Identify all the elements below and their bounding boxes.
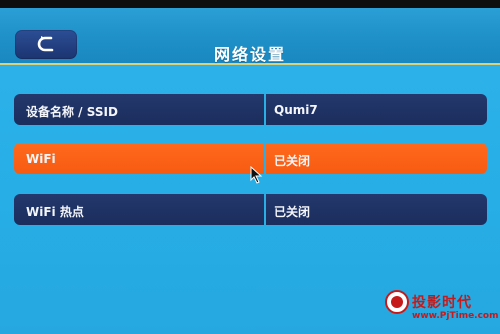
- network-settings-screen: 网络设置 设备名称 / SSID Qumi7 WiFi 已关闭 WiFi 热点 …: [0, 0, 500, 334]
- top-strip: [0, 0, 500, 8]
- row-divider: [264, 94, 266, 125]
- row-divider: [264, 194, 266, 225]
- watermark: 投影时代 www.PjTime.com: [384, 289, 499, 329]
- header-bar: 网络设置: [0, 8, 500, 65]
- setting-row-wifi-hotspot[interactable]: WiFi 热点 已关闭: [14, 194, 487, 225]
- setting-label: WiFi: [26, 152, 56, 166]
- setting-value: Qumi7: [274, 103, 318, 117]
- watermark-title: 投影时代: [412, 295, 472, 311]
- setting-value: 已关闭: [274, 205, 311, 219]
- pjtime-logo-icon: [385, 290, 409, 314]
- setting-label: WiFi 热点: [26, 205, 84, 219]
- setting-label: 设备名称 / SSID: [26, 105, 118, 119]
- setting-row-device-name[interactable]: 设备名称 / SSID Qumi7: [14, 94, 487, 125]
- row-divider: [264, 143, 266, 174]
- mouse-cursor-icon: [250, 166, 263, 184]
- setting-value: 已关闭: [274, 154, 311, 168]
- page-title: 网络设置: [213, 45, 286, 64]
- watermark-url: www.PjTime.com: [412, 311, 499, 321]
